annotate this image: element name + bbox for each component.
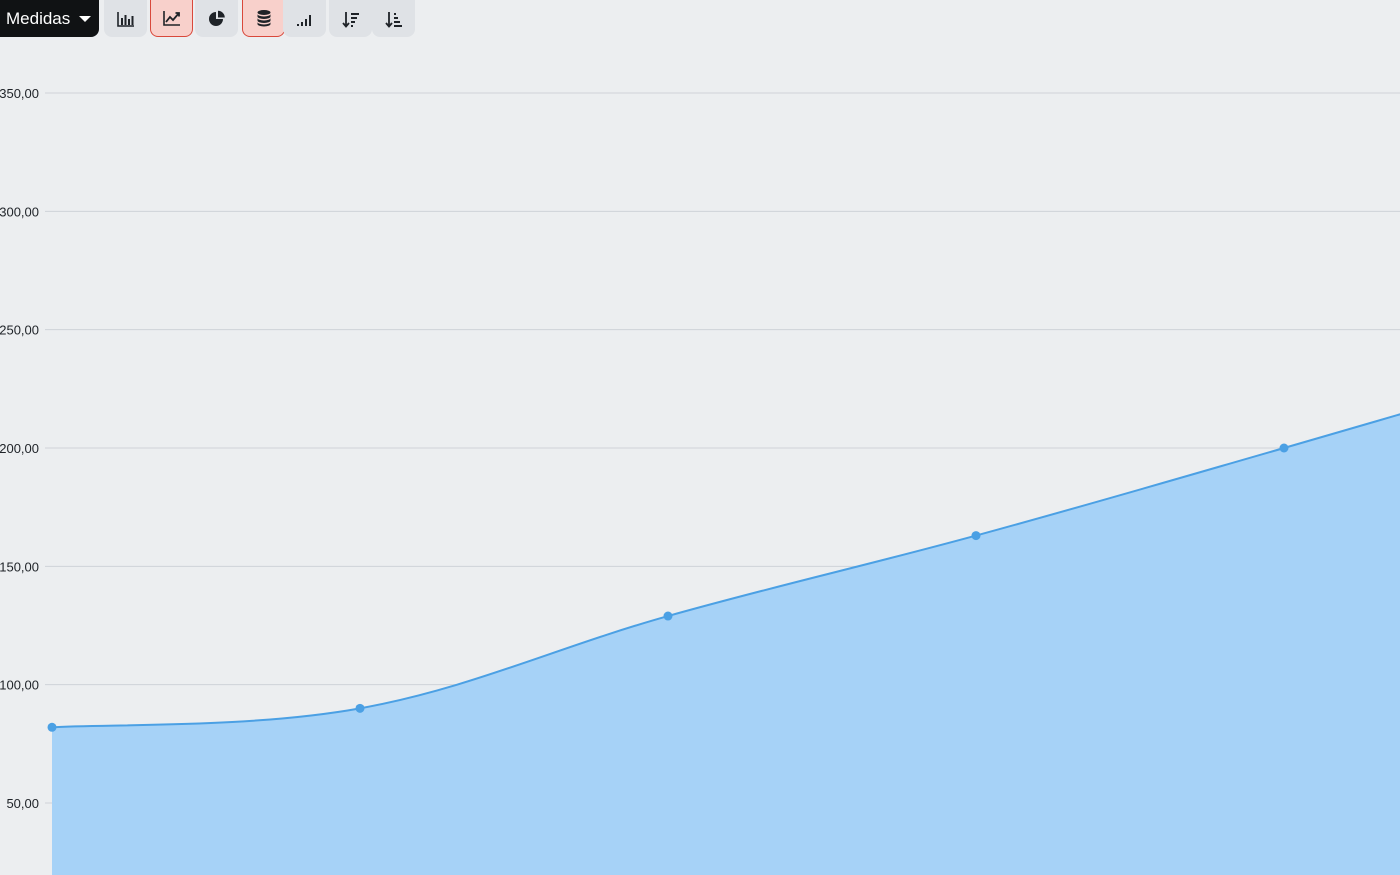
area-fill — [52, 414, 1400, 875]
area-chart: 50,00 100,00 150,00 200,00 250,00 300,00 350,0… — [0, 86, 1400, 875]
data-point[interactable] — [971, 531, 981, 541]
data-point[interactable] — [47, 722, 57, 732]
y-axis-ticks: 50,00 100,00 150,00 200,00 250,00 300,00 350,0… — [0, 86, 39, 811]
data-point[interactable] — [663, 611, 673, 621]
y-tick-label: 300,00 — [0, 204, 39, 219]
y-tick-label: 350,00 — [0, 86, 39, 101]
y-tick-label: 100,00 — [0, 678, 39, 693]
data-point[interactable] — [355, 703, 365, 713]
y-tick-label: 50,00 — [6, 796, 39, 811]
y-tick-label: 150,00 — [0, 559, 39, 574]
data-point[interactable] — [1279, 443, 1289, 453]
y-tick-label: 250,00 — [0, 323, 39, 338]
y-tick-label: 200,00 — [0, 441, 39, 456]
